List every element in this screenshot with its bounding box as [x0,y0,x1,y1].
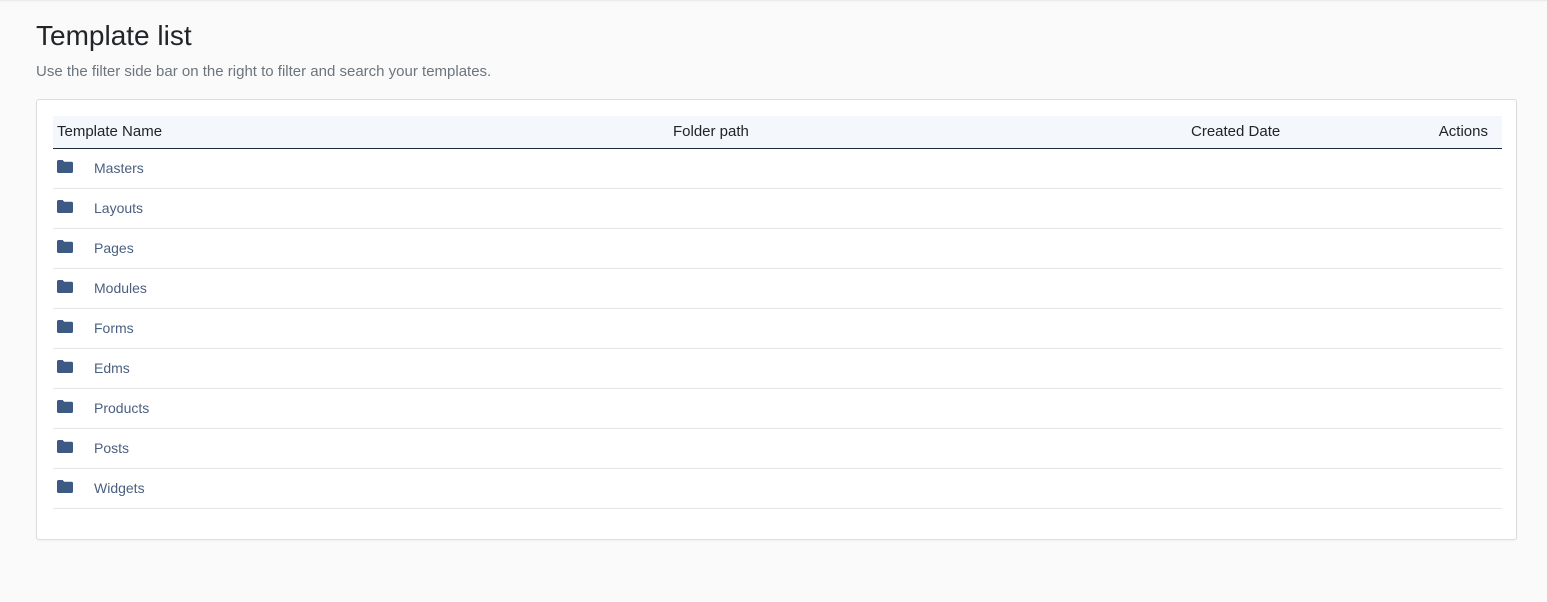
cell-actions [1315,148,1502,189]
template-table: Template Name Folder path Created Date A… [53,116,1502,509]
folder-name-link[interactable]: Forms [94,320,134,336]
table-row[interactable]: Forms [53,308,1502,349]
table-row[interactable]: Posts [53,428,1502,469]
table-body: Masters Layouts Pages Modules Forms Edms… [53,148,1502,509]
cell-created-date [963,388,1315,429]
folder-icon [57,159,73,173]
folder-name-link[interactable]: Widgets [94,480,145,496]
folder-name-link[interactable]: Edms [94,360,130,376]
folder-name-link[interactable]: Layouts [94,200,143,216]
name-cell-content: Posts [53,429,633,468]
cell-actions [1315,228,1502,269]
name-cell-content: Edms [53,349,633,388]
name-cell-content: Products [53,389,633,428]
top-bar-shadow [0,0,1547,2]
cell-actions [1315,468,1502,509]
cell-template-name: Forms [53,308,633,349]
name-cell-content: Layouts [53,189,633,228]
column-header-actions: Actions [1315,116,1502,149]
table-row[interactable]: Masters [53,148,1502,189]
name-cell-content: Pages [53,229,633,268]
cell-folder-path [633,188,963,229]
column-header-template-name[interactable]: Template Name [53,116,633,149]
cell-actions [1315,428,1502,469]
cell-template-name: Products [53,388,633,429]
page-title: Template list [36,20,192,51]
cell-template-name: Posts [53,428,633,469]
cell-template-name: Widgets [53,468,633,509]
cell-created-date [963,188,1315,229]
cell-actions [1315,188,1502,229]
name-cell-content: Modules [53,269,633,308]
folder-icon [57,319,73,333]
folder-name-link[interactable]: Posts [94,440,129,456]
folder-icon [57,239,73,253]
folder-name-link[interactable]: Masters [94,160,144,176]
cell-created-date [963,268,1315,309]
cell-template-name: Pages [53,228,633,269]
cell-template-name: Layouts [53,188,633,229]
column-header-created-date[interactable]: Created Date [963,116,1315,149]
cell-folder-path [633,308,963,349]
cell-template-name: Masters [53,148,633,189]
cell-folder-path [633,348,963,389]
cell-created-date [963,468,1315,509]
table-row[interactable]: Products [53,388,1502,429]
table-header: Template Name Folder path Created Date A… [53,116,1502,149]
cell-template-name: Modules [53,268,633,309]
folder-icon [57,399,73,413]
folder-name-link[interactable]: Modules [94,280,147,296]
folder-icon [57,279,73,293]
cell-folder-path [633,268,963,309]
name-cell-content: Widgets [53,469,633,508]
cell-created-date [963,148,1315,189]
cell-folder-path [633,388,963,429]
column-header-folder-path[interactable]: Folder path [633,116,963,149]
folder-name-link[interactable]: Products [94,400,149,416]
cell-created-date [963,348,1315,389]
cell-actions [1315,308,1502,349]
cell-actions [1315,388,1502,429]
table-row[interactable]: Modules [53,268,1502,309]
cell-folder-path [633,148,963,189]
folder-icon [57,199,73,213]
cell-folder-path [633,428,963,469]
cell-actions [1315,268,1502,309]
cell-created-date [963,228,1315,269]
name-cell-content: Masters [53,149,633,188]
table-row[interactable]: Layouts [53,188,1502,229]
folder-icon [57,479,73,493]
table-row[interactable]: Widgets [53,468,1502,509]
folder-icon [57,439,73,453]
template-list-card: Template Name Folder path Created Date A… [36,99,1517,540]
folder-icon [57,359,73,373]
cell-folder-path [633,468,963,509]
table-header-row: Template Name Folder path Created Date A… [53,116,1502,149]
table-row[interactable]: Pages [53,228,1502,269]
page-subtitle: Use the filter side bar on the right to … [36,63,492,80]
folder-name-link[interactable]: Pages [94,240,134,256]
cell-template-name: Edms [53,348,633,389]
cell-folder-path [633,228,963,269]
cell-created-date [963,428,1315,469]
cell-actions [1315,348,1502,389]
table-row[interactable]: Edms [53,348,1502,389]
name-cell-content: Forms [53,309,633,348]
cell-created-date [963,308,1315,349]
